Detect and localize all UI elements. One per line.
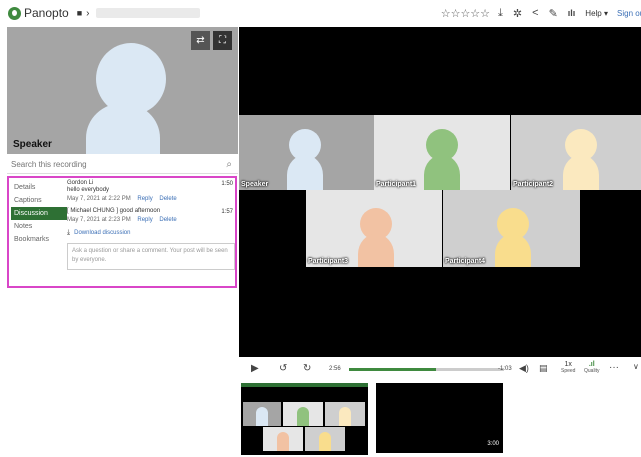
progress-bar[interactable]: [349, 368, 504, 371]
tab-notes[interactable]: Notes: [11, 220, 67, 233]
discussion-message: [ Michael CHUNG ] good afternoon May 7, …: [67, 208, 235, 223]
message-date: May 7, 2021 at 2:23 PM: [67, 217, 131, 223]
download-icon[interactable]: ⤓: [498, 7, 503, 20]
mini-avatar: [277, 432, 289, 451]
message-meta: May 7, 2021 at 2:22 PM Reply Delete: [67, 196, 235, 202]
volume-icon[interactable]: ◀): [519, 363, 529, 374]
speaker-avatar-body: [86, 103, 160, 154]
search-bar: ⌕: [7, 155, 238, 174]
discussion-content: Gordon Li hello everybody May 7, 2021 at…: [67, 180, 235, 286]
top-actions: ☆☆☆☆☆ ⤓ ✲ < ✎ ılı Help ▾ Sign out: [441, 0, 641, 26]
participant-label: Participant4: [445, 258, 486, 265]
participant-avatar-body: [424, 155, 460, 190]
participant-tile-2: Participant2: [511, 115, 641, 190]
participant-label: Participant1: [376, 181, 417, 188]
remaining-time: -1:03: [498, 366, 512, 372]
participant-tile-4: Participant4: [443, 190, 580, 267]
thumbnail-1[interactable]: [241, 383, 368, 455]
quality-control[interactable]: .ıl Quality: [584, 361, 600, 375]
message-date: May 7, 2021 at 2:22 PM: [67, 196, 131, 202]
search-input[interactable]: [11, 159, 211, 169]
fullscreen-icon[interactable]: ⛶: [213, 31, 232, 50]
participant-tile-1: Participant1: [374, 115, 510, 190]
participant-avatar-body: [358, 234, 394, 267]
reply-link[interactable]: Reply: [137, 217, 152, 223]
edit-pencil-icon[interactable]: ✎: [549, 7, 558, 20]
speaker-label: Speaker: [13, 139, 52, 150]
thumbnail-strip: 3:00: [239, 381, 641, 457]
search-icon[interactable]: ⌕: [226, 159, 232, 170]
forward-icon[interactable]: ↻: [303, 363, 311, 374]
panopto-logo[interactable]: Panopto: [8, 6, 69, 20]
participant-tile-3: Participant3: [306, 190, 442, 267]
rewind-icon[interactable]: ↺: [279, 363, 287, 374]
chevron-down-icon[interactable]: ∨: [633, 362, 639, 371]
tab-details[interactable]: Details: [11, 181, 67, 194]
rating-stars[interactable]: ☆☆☆☆☆: [441, 7, 490, 20]
panopto-logo-icon: [8, 6, 21, 20]
breadcrumb-chevron-icon: ›: [86, 7, 90, 19]
comment-input[interactable]: Ask a question or share a comment. Your …: [67, 243, 235, 270]
current-time: 2:56: [329, 366, 341, 372]
stats-icon[interactable]: ılı: [568, 8, 576, 18]
speaker-video-panel[interactable]: ⇄ ⛶ Speaker: [7, 27, 238, 154]
download-discussion-link[interactable]: ⤓ Download discussion: [67, 229, 235, 237]
side-tabs: Details Captions Discussion Notes Bookma…: [11, 181, 67, 246]
participant-avatar-body: [563, 155, 599, 190]
mini-avatar: [297, 407, 309, 426]
delete-link[interactable]: Delete: [159, 196, 176, 202]
participant-avatar-body: [287, 155, 323, 190]
logo-text: Panopto: [24, 6, 69, 20]
message-timestamp-link[interactable]: 1:57: [221, 209, 233, 215]
message-body: hello everybody: [67, 187, 110, 193]
top-bar: Panopto ■ › ☆☆☆☆☆ ⤓ ✲ < ✎ ılı Help ▾ Sig…: [0, 0, 641, 26]
participant-label: Participant3: [308, 258, 349, 265]
download-icon: ⤓: [67, 229, 71, 236]
progress-fill: [349, 368, 436, 371]
participant-tile-speaker: Speaker: [239, 115, 374, 190]
swap-view-icon[interactable]: ⇄: [191, 31, 210, 50]
tab-captions[interactable]: Captions: [11, 194, 67, 207]
participant-label: Participant2: [513, 181, 554, 188]
speed-value: 1x: [564, 361, 572, 368]
tab-bookmarks[interactable]: Bookmarks: [11, 233, 67, 246]
download-discussion-label: Download discussion: [74, 230, 131, 236]
delete-link[interactable]: Delete: [159, 217, 176, 223]
play-icon[interactable]: ▶: [251, 363, 259, 374]
message-body: [ Michael CHUNG ] good afternoon: [67, 208, 161, 214]
thumbnail-2[interactable]: 3:00: [376, 383, 503, 453]
speed-control[interactable]: 1x Speed: [561, 361, 575, 375]
share-icon[interactable]: <: [532, 7, 538, 19]
mini-avatar: [256, 407, 268, 426]
speed-label: Speed: [561, 368, 576, 374]
help-menu[interactable]: Help ▾: [585, 9, 608, 18]
participant-label: Speaker: [241, 181, 269, 188]
mini-avatar: [319, 432, 331, 451]
more-options-icon[interactable]: ···: [609, 362, 619, 373]
quality-label: Quality: [584, 368, 600, 374]
main-video[interactable]: Speaker Participant1 Participant2 Partic…: [239, 27, 641, 357]
captions-icon[interactable]: ▤: [539, 363, 548, 374]
discussion-message: Gordon Li hello everybody May 7, 2021 at…: [67, 180, 235, 202]
tab-discussion[interactable]: Discussion: [11, 207, 67, 220]
sign-out-link[interactable]: Sign out: [617, 9, 641, 18]
message-meta: May 7, 2021 at 2:23 PM Reply Delete: [67, 217, 235, 223]
thumbnail-time: 3:00: [487, 441, 499, 447]
discussion-panel: Details Captions Discussion Notes Bookma…: [7, 176, 237, 288]
breadcrumb-folder-name[interactable]: [95, 8, 200, 18]
folder-icon[interactable]: ■: [77, 8, 82, 18]
participant-avatar-body: [495, 234, 531, 267]
quality-signal-icon: .ıl: [588, 361, 595, 368]
message-author: Gordon Li: [67, 180, 94, 186]
reply-link[interactable]: Reply: [137, 196, 152, 202]
settings-gear-icon[interactable]: ✲: [513, 7, 522, 20]
message-timestamp-link[interactable]: 1:50: [221, 181, 233, 187]
player-controls: ▶ ↺ ↻ 2:56 -1:03 ◀) ▤ 1x Speed .ıl Quali…: [239, 357, 641, 381]
mini-avatar: [339, 407, 351, 426]
